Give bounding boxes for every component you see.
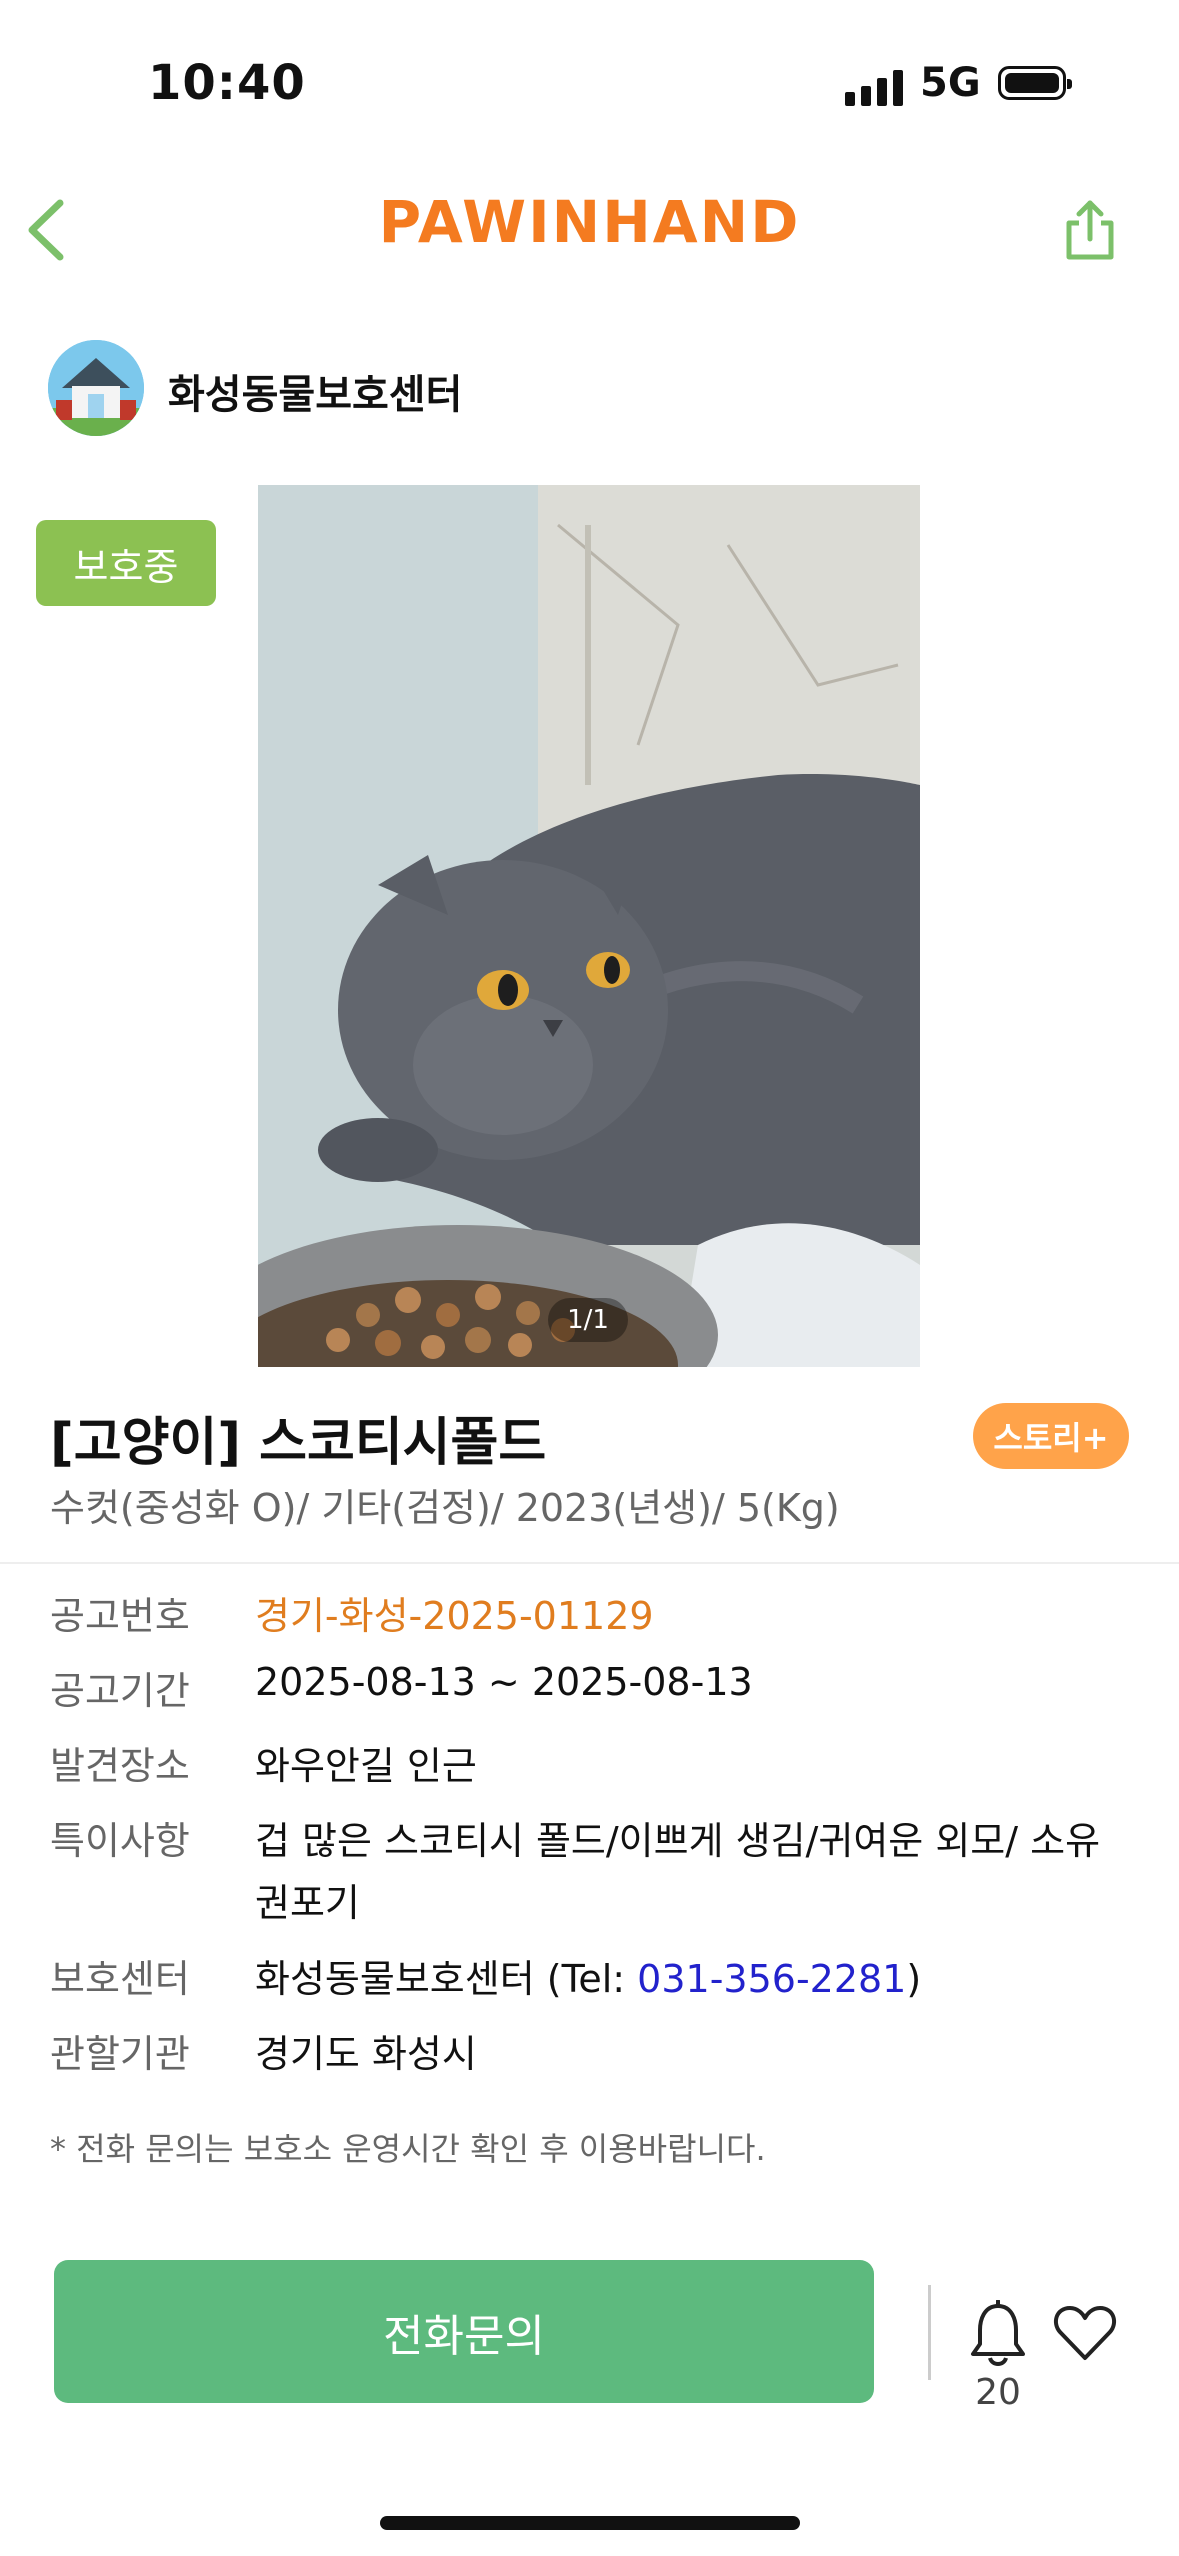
notice-period-label: 공고기간 [50,1669,190,1713]
found-place-value: 와우안길 인근 [255,1744,477,1788]
alert-button[interactable] [968,2299,1028,2370]
cellular-signal-icon [845,68,905,106]
home-indicator [380,2516,800,2530]
cat-photo-illustration [258,485,920,1367]
favorite-button[interactable] [1050,2298,1120,2368]
animal-subtitle: 수컷(중성화 O)/ 기타(검정)/ 2023(년생)/ 5(Kg) [50,1486,840,1530]
network-type: 5G [920,60,981,106]
center-name: 화성동물보호센터 (Tel: [255,1957,638,2001]
notice-no-label: 공고번호 [50,1594,190,1638]
notice-period-value: 2025-08-13 ~ 2025-08-13 [255,1660,753,1704]
found-place-label: 발견장소 [50,1744,190,1788]
alert-count: 20 [975,2372,1021,2413]
shelter-avatar[interactable] [48,340,144,436]
features-value-line2: 권포기 [255,1881,360,1925]
animal-photo[interactable] [258,485,920,1367]
center-close-paren: ) [906,1957,922,2001]
bell-icon [971,2299,1025,2366]
heart-icon [1053,2306,1117,2360]
center-phone-link[interactable]: 031-356-2281 [637,1957,906,2001]
notice-no-value: 경기-화성-2025-01129 [255,1594,654,1638]
authority-label: 관할기관 [50,2032,190,2076]
share-icon [1066,200,1114,260]
status-time: 10:40 [148,55,306,111]
features-label: 특이사항 [50,1819,190,1863]
center-value: 화성동물보호센터 (Tel: 031-356-2281) [255,1948,921,2003]
story-button[interactable]: 스토리+ [973,1403,1129,1469]
call-notice: * 전화 문의는 보호소 운영시간 확인 후 이용바랍니다. [50,2130,766,2168]
status-badge: 보호중 [36,520,216,606]
shelter-name[interactable]: 화성동물보호센터 [168,362,462,420]
shelter-house-icon [48,340,144,436]
authority-value: 경기도 화성시 [255,2032,477,2076]
animal-title: [고양이] 스코티시폴드 [50,1413,547,1473]
app-logo: PAWINHAND [378,188,801,256]
section-divider [0,1562,1179,1564]
center-label: 보호센터 [50,1957,190,2001]
features-value-line1: 겁 많은 스코티시 폴드/이쁘게 생김/귀여운 외모/ 소유 [255,1819,1101,1863]
action-divider [928,2285,931,2380]
call-button[interactable]: 전화문의 [54,2260,874,2403]
photo-counter: 1/1 [548,1298,628,1342]
share-button[interactable] [1055,195,1125,265]
battery-icon [998,66,1072,100]
